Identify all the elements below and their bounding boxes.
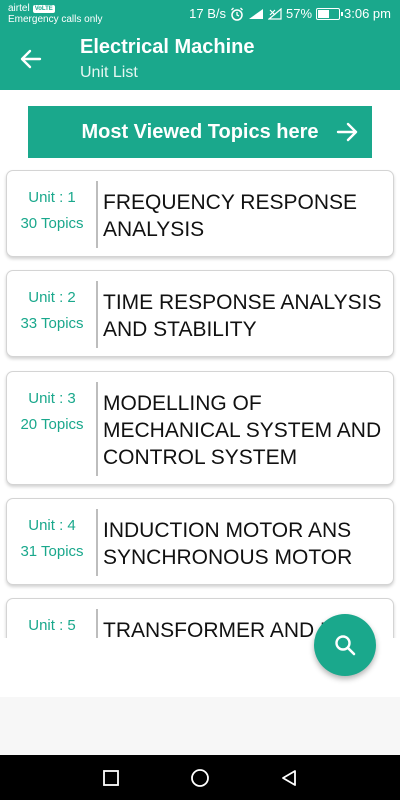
- unit-topics-count: 30 Topics: [20, 215, 84, 232]
- status-right: 17 B/s 57% 3:06 pm: [189, 6, 391, 21]
- battery-percent: 57%: [285, 6, 313, 21]
- unit-topics-count: 33 Topics: [20, 315, 84, 332]
- unit-number: Unit : 5: [28, 617, 76, 634]
- unit-number: Unit : 1: [28, 189, 76, 206]
- emergency-text: Emergency calls only: [8, 14, 103, 25]
- unit-card-1[interactable]: Unit : 1 30 Topics FREQUENCY RESPONSE AN…: [6, 170, 394, 257]
- battery-icon: [316, 7, 344, 20]
- most-viewed-topics-button[interactable]: Most Viewed Topics here: [28, 106, 372, 158]
- arrow-left-icon: [20, 49, 42, 69]
- app-subtitle: Unit List: [80, 64, 138, 81]
- square-icon: [103, 770, 119, 786]
- no-signal-icon: [267, 7, 282, 20]
- card-divider: [96, 609, 98, 638]
- card-divider: [96, 509, 98, 576]
- unit-title: FREQUENCY RESPONSE ANALYSIS: [103, 191, 357, 241]
- arrow-right-icon: [336, 121, 358, 148]
- unit-card-4[interactable]: Unit : 4 31 Topics INDUCTION MOTOR ANS S…: [6, 498, 394, 585]
- circle-icon: [191, 769, 209, 787]
- recents-button[interactable]: [100, 767, 122, 789]
- triangle-icon: [282, 770, 296, 786]
- search-icon: [335, 635, 356, 656]
- status-left: airtel VoLTE Emergency calls only: [8, 3, 102, 25]
- unit-card-2[interactable]: Unit : 2 33 Topics TIME RESPONSE ANALYSI…: [6, 270, 394, 357]
- alarm-icon: [230, 7, 244, 21]
- card-divider: [96, 281, 98, 348]
- network-speed: 17 B/s: [189, 6, 226, 21]
- banner-label: Most Viewed Topics here: [81, 120, 319, 143]
- volte-badge: VoLTE: [32, 4, 55, 13]
- bottom-area: [0, 697, 400, 755]
- app-title: Electrical Machine: [80, 36, 255, 58]
- unit-topics-count: 20 Topics: [20, 416, 84, 433]
- back-button[interactable]: [16, 44, 46, 74]
- unit-title: TIME RESPONSE ANALYSIS AND STABILITY: [103, 291, 382, 341]
- back-nav-button[interactable]: [278, 767, 300, 789]
- signal-icon: [248, 8, 264, 20]
- carrier-name: airtel: [8, 3, 30, 14]
- unit-title: INDUCTION MOTOR ANS SYNCHRONOUS MOTOR: [103, 519, 353, 569]
- unit-number: Unit : 3: [28, 390, 76, 407]
- unit-number: Unit : 2: [28, 289, 76, 306]
- unit-title: MODELLING OF MECHANICAL SYSTEM AND CONTR…: [103, 392, 382, 469]
- system-nav-bar: [0, 755, 400, 800]
- unit-topics-count: 31 Topics: [20, 543, 84, 560]
- card-divider: [96, 382, 98, 476]
- app-bar: Electrical Machine Unit List: [0, 28, 400, 90]
- unit-list: Unit : 1 30 Topics FREQUENCY RESPONSE AN…: [0, 168, 400, 638]
- status-bar: airtel VoLTE Emergency calls only 17 B/s…: [0, 0, 400, 28]
- home-button[interactable]: [189, 767, 211, 789]
- unit-number: Unit : 4: [28, 517, 76, 534]
- card-divider: [96, 181, 98, 248]
- clock: 3:06 pm: [344, 6, 391, 21]
- unit-card-3[interactable]: Unit : 3 20 Topics MODELLING OF MECHANIC…: [6, 371, 394, 485]
- search-fab-button[interactable]: [314, 614, 376, 676]
